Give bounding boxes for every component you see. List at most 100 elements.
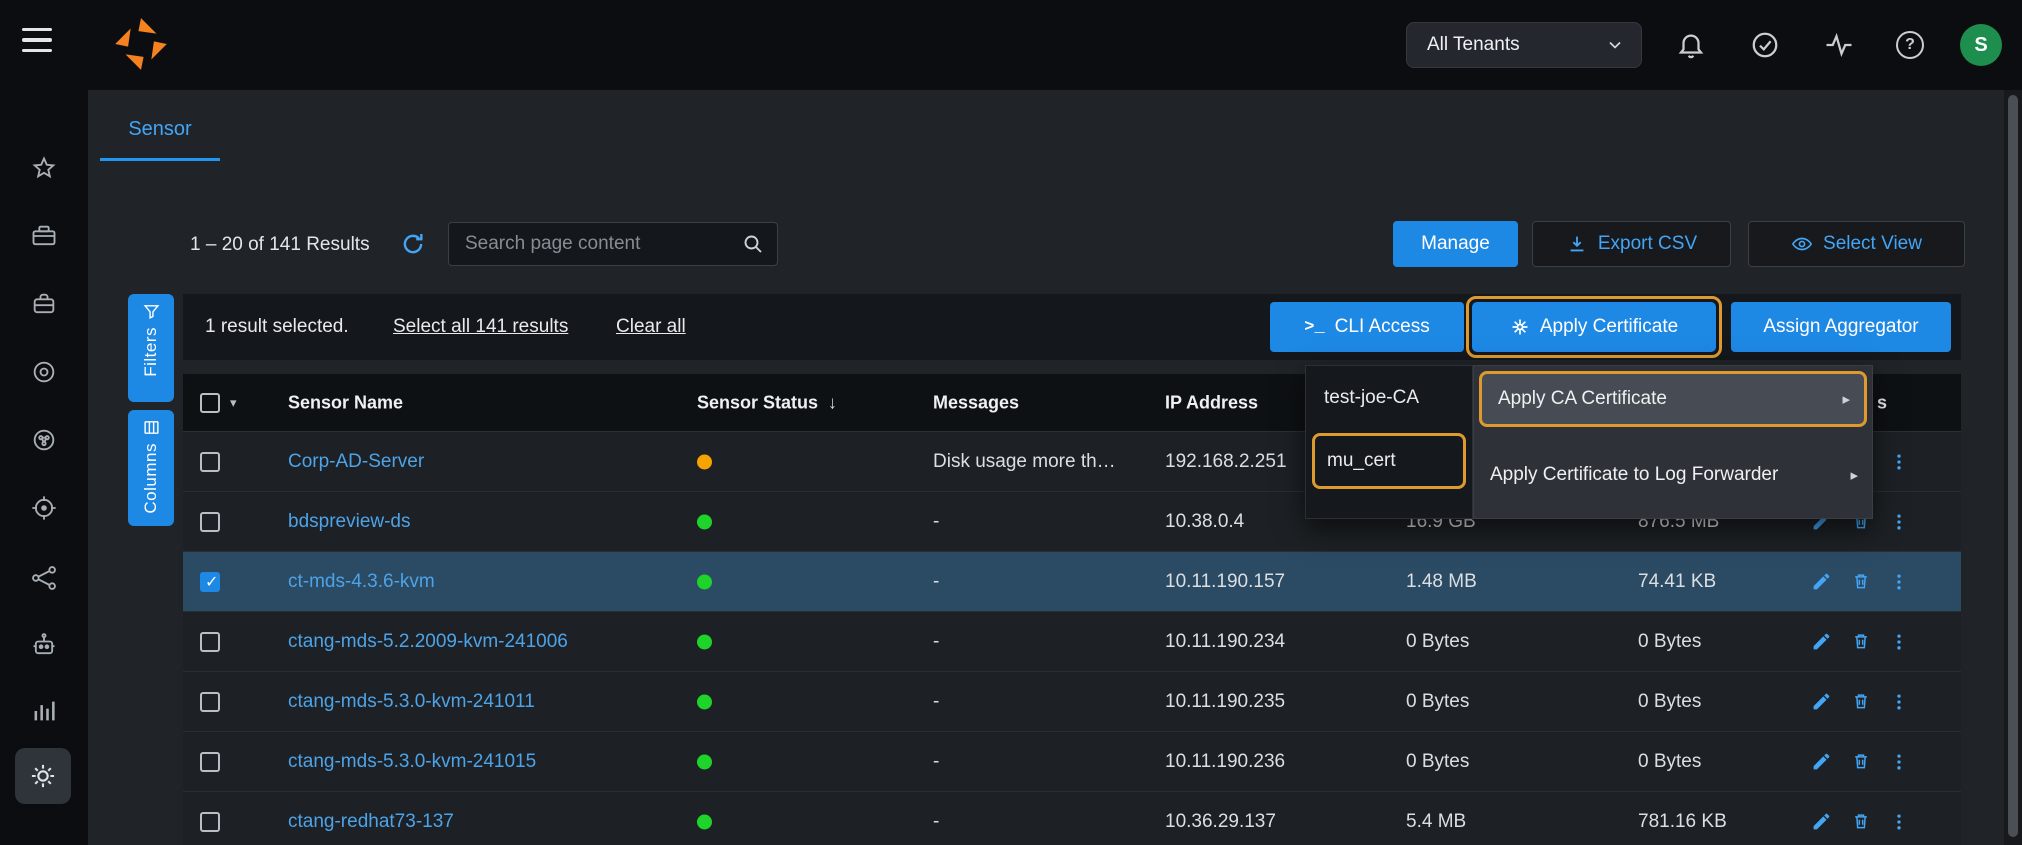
select-view-button[interactable]: Select View bbox=[1748, 221, 1965, 267]
kebab-menu-icon[interactable] bbox=[1889, 571, 1911, 593]
edit-icon[interactable] bbox=[1811, 751, 1833, 773]
search-icon bbox=[741, 232, 765, 256]
star-icon[interactable] bbox=[0, 155, 88, 183]
messages-cell: - bbox=[933, 751, 939, 773]
cli-access-button[interactable]: >_ CLI Access bbox=[1270, 302, 1464, 352]
eye-icon bbox=[1791, 233, 1813, 255]
row-checkbox[interactable] bbox=[200, 512, 220, 532]
menu-item-apply-certificate-log-forwarder[interactable]: Apply Certificate to Log Forwarder ▸ bbox=[1474, 432, 1872, 518]
column-header-messages[interactable]: Messages bbox=[933, 392, 1019, 413]
apply-certificate-highlight-ring: Apply Certificate bbox=[1466, 296, 1722, 358]
kebab-menu-icon[interactable] bbox=[1889, 451, 1911, 473]
analytics-icon[interactable] bbox=[0, 697, 88, 725]
check-circle-icon[interactable] bbox=[1750, 30, 1780, 60]
sensor-name-link[interactable]: bdspreview-ds bbox=[288, 511, 411, 533]
filters-button[interactable]: Filters bbox=[128, 294, 174, 402]
briefcase-icon[interactable] bbox=[0, 290, 88, 318]
avatar-initial: S bbox=[1974, 34, 1987, 57]
edit-icon[interactable] bbox=[1811, 691, 1833, 713]
kebab-menu-icon[interactable] bbox=[1889, 691, 1911, 713]
submenu-arrow-icon: ▸ bbox=[1850, 466, 1858, 484]
select-all-link[interactable]: Select all 141 results bbox=[393, 316, 568, 338]
row-checkbox[interactable] bbox=[200, 452, 220, 472]
edit-icon[interactable] bbox=[1811, 811, 1833, 833]
size1-cell: 0 Bytes bbox=[1406, 691, 1469, 713]
status-dot bbox=[697, 634, 712, 649]
column-header-ip-address[interactable]: IP Address bbox=[1165, 392, 1258, 413]
row-checkbox[interactable] bbox=[200, 752, 220, 772]
column-header-sensor-name[interactable]: Sensor Name bbox=[288, 392, 403, 413]
delete-icon[interactable] bbox=[1851, 691, 1873, 713]
menu-item-test-joe-ca[interactable]: test-joe-CA bbox=[1312, 373, 1466, 423]
sensor-name-link[interactable]: Corp-AD-Server bbox=[288, 451, 424, 473]
kebab-menu-icon[interactable] bbox=[1889, 811, 1911, 833]
delete-icon[interactable] bbox=[1851, 631, 1873, 653]
tenant-selector[interactable]: All Tenants bbox=[1406, 22, 1642, 68]
selection-bar: 1 result selected. Select all 141 result… bbox=[183, 294, 1961, 360]
delete-icon[interactable] bbox=[1851, 571, 1873, 593]
status-dot bbox=[697, 754, 712, 769]
messages-cell: - bbox=[933, 691, 939, 713]
menu-item-mu-cert[interactable]: mu_cert bbox=[1312, 433, 1466, 489]
tenant-selector-value: All Tenants bbox=[1427, 34, 1605, 56]
select-all-checkbox[interactable] bbox=[200, 393, 220, 413]
help-icon[interactable]: ? bbox=[1896, 31, 1924, 59]
graph-icon[interactable] bbox=[0, 564, 88, 592]
robot-icon[interactable] bbox=[0, 631, 88, 659]
target-icon[interactable] bbox=[0, 494, 88, 522]
scrollbar-thumb[interactable] bbox=[2008, 95, 2018, 837]
page-search bbox=[448, 222, 778, 266]
size1-cell: 5.4 MB bbox=[1406, 811, 1466, 833]
row-checkbox[interactable] bbox=[200, 632, 220, 652]
sensor-name-link[interactable]: ctang-mds-5.3.0-kvm-241015 bbox=[288, 751, 536, 773]
menu-item-apply-ca-certificate[interactable]: Apply CA Certificate ▸ bbox=[1479, 371, 1867, 427]
row-checkbox[interactable] bbox=[200, 692, 220, 712]
avatar[interactable]: S bbox=[1960, 24, 2002, 66]
search-input[interactable] bbox=[449, 233, 741, 255]
billing-icon[interactable] bbox=[0, 222, 88, 250]
clear-all-link[interactable]: Clear all bbox=[616, 316, 686, 338]
activity-icon[interactable] bbox=[1824, 30, 1854, 60]
apply-certificate-menu: test-joe-CA mu_cert Apply CA Certificate… bbox=[1305, 365, 1873, 519]
row-checkbox[interactable] bbox=[200, 812, 220, 832]
terminal-icon: >_ bbox=[1304, 318, 1324, 337]
kebab-menu-icon[interactable] bbox=[1889, 631, 1911, 653]
apply-certificate-button[interactable]: Apply Certificate bbox=[1472, 302, 1716, 352]
brand-logo-icon[interactable] bbox=[110, 13, 172, 75]
intelligence-icon[interactable] bbox=[0, 426, 88, 454]
results-count: 1 – 20 of 141 Results bbox=[190, 234, 370, 256]
kebab-menu-icon[interactable] bbox=[1889, 511, 1911, 533]
size2-cell: 74.41 KB bbox=[1638, 571, 1716, 593]
delete-icon[interactable] bbox=[1851, 811, 1873, 833]
column-header-sensor-status[interactable]: Sensor Status↓ bbox=[697, 392, 837, 413]
header-caret-icon[interactable]: ▾ bbox=[230, 395, 237, 411]
size1-cell: 0 Bytes bbox=[1406, 631, 1469, 653]
menu-icon[interactable] bbox=[22, 28, 54, 54]
sensor-name-link[interactable]: ctang-mds-5.2.2009-kvm-241006 bbox=[288, 631, 568, 653]
bell-icon[interactable] bbox=[1676, 30, 1706, 60]
sensor-name-link[interactable]: ctang-mds-5.3.0-kvm-241011 bbox=[288, 691, 535, 713]
edit-icon[interactable] bbox=[1811, 571, 1833, 593]
kebab-menu-icon[interactable] bbox=[1889, 751, 1911, 773]
submenu-arrow-icon: ▸ bbox=[1842, 390, 1850, 408]
edit-icon[interactable] bbox=[1811, 631, 1833, 653]
assign-aggregator-button[interactable]: Assign Aggregator bbox=[1731, 302, 1951, 352]
refresh-icon[interactable] bbox=[400, 231, 426, 257]
sensor-name-link[interactable]: ctang-redhat73-137 bbox=[288, 811, 454, 833]
row-checkbox[interactable] bbox=[200, 572, 220, 592]
chevron-down-icon bbox=[1605, 35, 1625, 55]
sensor-name-link[interactable]: ct-mds-4.3.6-kvm bbox=[288, 571, 435, 593]
size1-cell: 1.48 MB bbox=[1406, 571, 1477, 593]
column-header-partial: s bbox=[1877, 392, 1887, 413]
columns-button[interactable]: Columns bbox=[128, 410, 174, 526]
messages-cell: - bbox=[933, 571, 939, 593]
manage-button[interactable]: Manage bbox=[1393, 221, 1518, 267]
export-csv-button[interactable]: Export CSV bbox=[1532, 221, 1731, 267]
size1-cell: 0 Bytes bbox=[1406, 751, 1469, 773]
messages-cell: - bbox=[933, 631, 939, 653]
vertical-scrollbar bbox=[2004, 90, 2022, 845]
tab-sensor[interactable]: Sensor bbox=[100, 118, 220, 141]
settings-icon[interactable] bbox=[15, 748, 71, 804]
delete-icon[interactable] bbox=[1851, 751, 1873, 773]
disc-icon[interactable] bbox=[0, 358, 88, 386]
